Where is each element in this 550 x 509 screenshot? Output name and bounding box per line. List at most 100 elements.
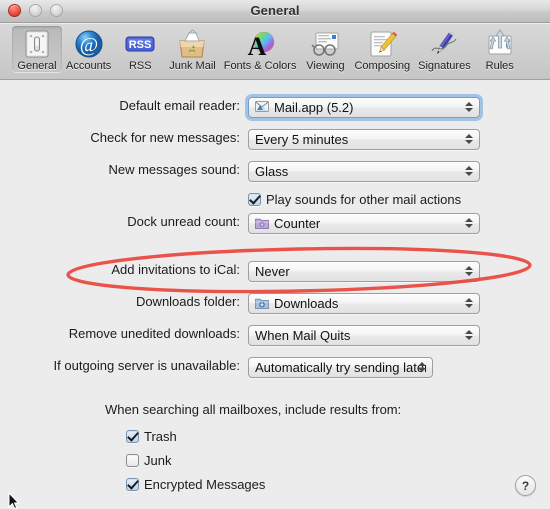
arrows-sorting-icon (484, 28, 516, 60)
toolbar-label-accounts: Accounts (66, 60, 112, 72)
stepper-arrows-icon[interactable] (465, 164, 473, 178)
label-add-invitations-to-ical: Add invitations to iCal: (111, 262, 240, 277)
label-remove-unedited-downloads: Remove unedited downloads: (68, 326, 240, 341)
row-remove-unedited-downloads: Remove unedited downloads: When Mail Qui… (0, 324, 550, 346)
popup-new-messages-sound[interactable]: Glass (248, 160, 480, 182)
label-outgoing-server-unavailable: If outgoing server is unavailable: (53, 358, 240, 373)
popup-remove-unedited-downloads[interactable]: When Mail Quits (248, 324, 480, 346)
popup-value-new-messages-sound: Glass (255, 163, 289, 179)
at-sign-icon: @ (73, 28, 105, 60)
popup-dock-unread-count[interactable]: Counter (248, 212, 480, 234)
label-check-for-new-messages: Check for new messages: (90, 130, 240, 145)
row-outgoing-server-unavailable: If outgoing server is unavailable: Autom… (0, 356, 550, 378)
toolbar-label-fonts-colors: Fonts & Colors (223, 60, 297, 72)
row-default-email-reader: Default email reader: Mail.app (5.2) (0, 96, 550, 118)
toolbar-item-signatures[interactable]: Signatures (414, 26, 475, 72)
label-col: Default email reader: (0, 96, 240, 118)
checkbox-junk[interactable] (126, 453, 139, 467)
downloads-folder-icon (255, 296, 269, 310)
toolbar-label-rules: Rules (485, 60, 514, 72)
stepper-arrows-icon[interactable] (465, 100, 473, 114)
toolbar-item-general[interactable]: General (12, 26, 62, 72)
checkbox-row-encrypted-messages[interactable]: Encrypted Messages (126, 475, 265, 493)
toolbar-label-signatures: Signatures (418, 60, 471, 72)
preferences-content: Default email reader: Mail.app (5.2) Che… (0, 80, 550, 509)
pencil-paper-icon (366, 28, 398, 60)
stepper-arrows-icon[interactable] (465, 264, 473, 278)
row-new-messages-sound: New messages sound: Glass (0, 160, 550, 182)
popup-value-dock-unread-count: Counter (274, 215, 321, 231)
popup-value-downloads-folder: Downloads (274, 295, 339, 311)
label-junk: Junk (144, 452, 172, 468)
popup-value-check-for-new-messages: Every 5 minutes (255, 131, 349, 147)
popup-default-email-reader[interactable]: Mail.app (5.2) (248, 96, 480, 118)
stepper-arrows-icon[interactable] (465, 132, 473, 146)
label-col: If outgoing server is unavailable: (0, 356, 240, 378)
row-downloads-folder: Downloads folder: Downloads (0, 292, 550, 314)
popup-value-outgoing-server-unavailable: Automatically try sending later (255, 359, 426, 375)
toolbar-label-viewing: Viewing (306, 60, 345, 72)
label-col: New messages sound: (0, 160, 240, 182)
toolbar-label-rss: RSS (128, 60, 152, 72)
checkbox-trash[interactable] (126, 429, 139, 443)
label-default-email-reader: Default email reader: (119, 98, 240, 113)
checkbox-encrypted-messages[interactable] (126, 477, 139, 491)
stepper-arrows-icon[interactable] (465, 328, 473, 342)
label-col: Downloads folder: (0, 292, 240, 314)
popup-check-for-new-messages[interactable]: Every 5 minutes (248, 128, 480, 150)
row-dock-unread-count: Dock unread count: Counter (0, 212, 550, 234)
popup-downloads-folder[interactable]: Downloads (248, 292, 480, 314)
toolbar-item-junk-mail[interactable]: Junk Mail (165, 26, 219, 72)
label-encrypted-messages: Encrypted Messages (144, 476, 266, 492)
preferences-window: General General @ Accounts RSS RSS Junk … (0, 0, 550, 509)
svg-text:@: @ (79, 34, 97, 56)
svg-text:RSS: RSS (129, 39, 152, 51)
toolbar-item-accounts[interactable]: @ Accounts (62, 26, 115, 72)
checkbox-row-junk[interactable]: Junk (126, 451, 171, 469)
popup-value-remove-unedited-downloads: When Mail Quits (255, 327, 351, 343)
checkbox-row-play-sounds[interactable]: Play sounds for other mail actions (248, 190, 461, 208)
help-button[interactable]: ? (515, 475, 536, 496)
eyeglasses-letter-icon (309, 28, 341, 60)
popup-outgoing-server-unavailable[interactable]: Automatically try sending later (248, 356, 433, 378)
label-col: Add invitations to iCal: (0, 260, 240, 282)
checkbox-row-trash[interactable]: Trash (126, 427, 177, 445)
popup-add-invitations-to-ical[interactable]: Never (248, 260, 480, 282)
stepper-arrows-icon[interactable] (465, 216, 473, 230)
purple-folder-icon (255, 216, 269, 230)
letter-a-color-wheel-icon: A (244, 28, 276, 60)
popup-value-add-invitations-to-ical: Never (255, 263, 290, 279)
label-new-messages-sound: New messages sound: (108, 162, 240, 177)
toolbar-item-rss[interactable]: RSS RSS (115, 26, 165, 72)
toolbar-item-composing[interactable]: Composing (350, 26, 414, 72)
title-bar: General (0, 0, 550, 23)
label-trash: Trash (144, 428, 177, 444)
toolbar-item-rules[interactable]: Rules (475, 26, 525, 72)
help-button-label: ? (521, 478, 530, 493)
stepper-arrows-icon[interactable] (418, 360, 426, 374)
label-col: Remove unedited downloads: (0, 324, 240, 346)
fountain-pen-icon (428, 28, 460, 60)
rss-badge-icon: RSS (124, 28, 156, 60)
label-col: Check for new messages: (0, 128, 240, 150)
stepper-arrows-icon[interactable] (465, 296, 473, 310)
search-section-heading: When searching all mailboxes, include re… (105, 402, 402, 417)
row-check-for-new-messages: Check for new messages: Every 5 minutes (0, 128, 550, 150)
trash-bag-icon (176, 28, 208, 60)
toolbar-item-viewing[interactable]: Viewing (300, 26, 350, 72)
light-switch-icon (21, 28, 53, 60)
toolbar-label-composing: Composing (354, 60, 411, 72)
popup-value-default-email-reader: Mail.app (5.2) (274, 99, 354, 115)
checkbox-play-sounds[interactable] (248, 192, 261, 206)
label-downloads-folder: Downloads folder: (135, 294, 240, 309)
toolbar-label-junk-mail: Junk Mail (169, 60, 216, 72)
mouse-cursor (8, 492, 20, 509)
mail-app-icon (255, 100, 269, 114)
toolbar-label-general: General (17, 60, 57, 72)
label-col: Dock unread count: (0, 212, 240, 234)
window-title: General (250, 3, 300, 18)
preferences-toolbar: General @ Accounts RSS RSS Junk Mail A F… (0, 23, 550, 80)
svg-text:A: A (248, 32, 267, 60)
label-play-sounds: Play sounds for other mail actions (266, 191, 462, 207)
toolbar-item-fonts-colors[interactable]: A Fonts & Colors (220, 26, 301, 72)
